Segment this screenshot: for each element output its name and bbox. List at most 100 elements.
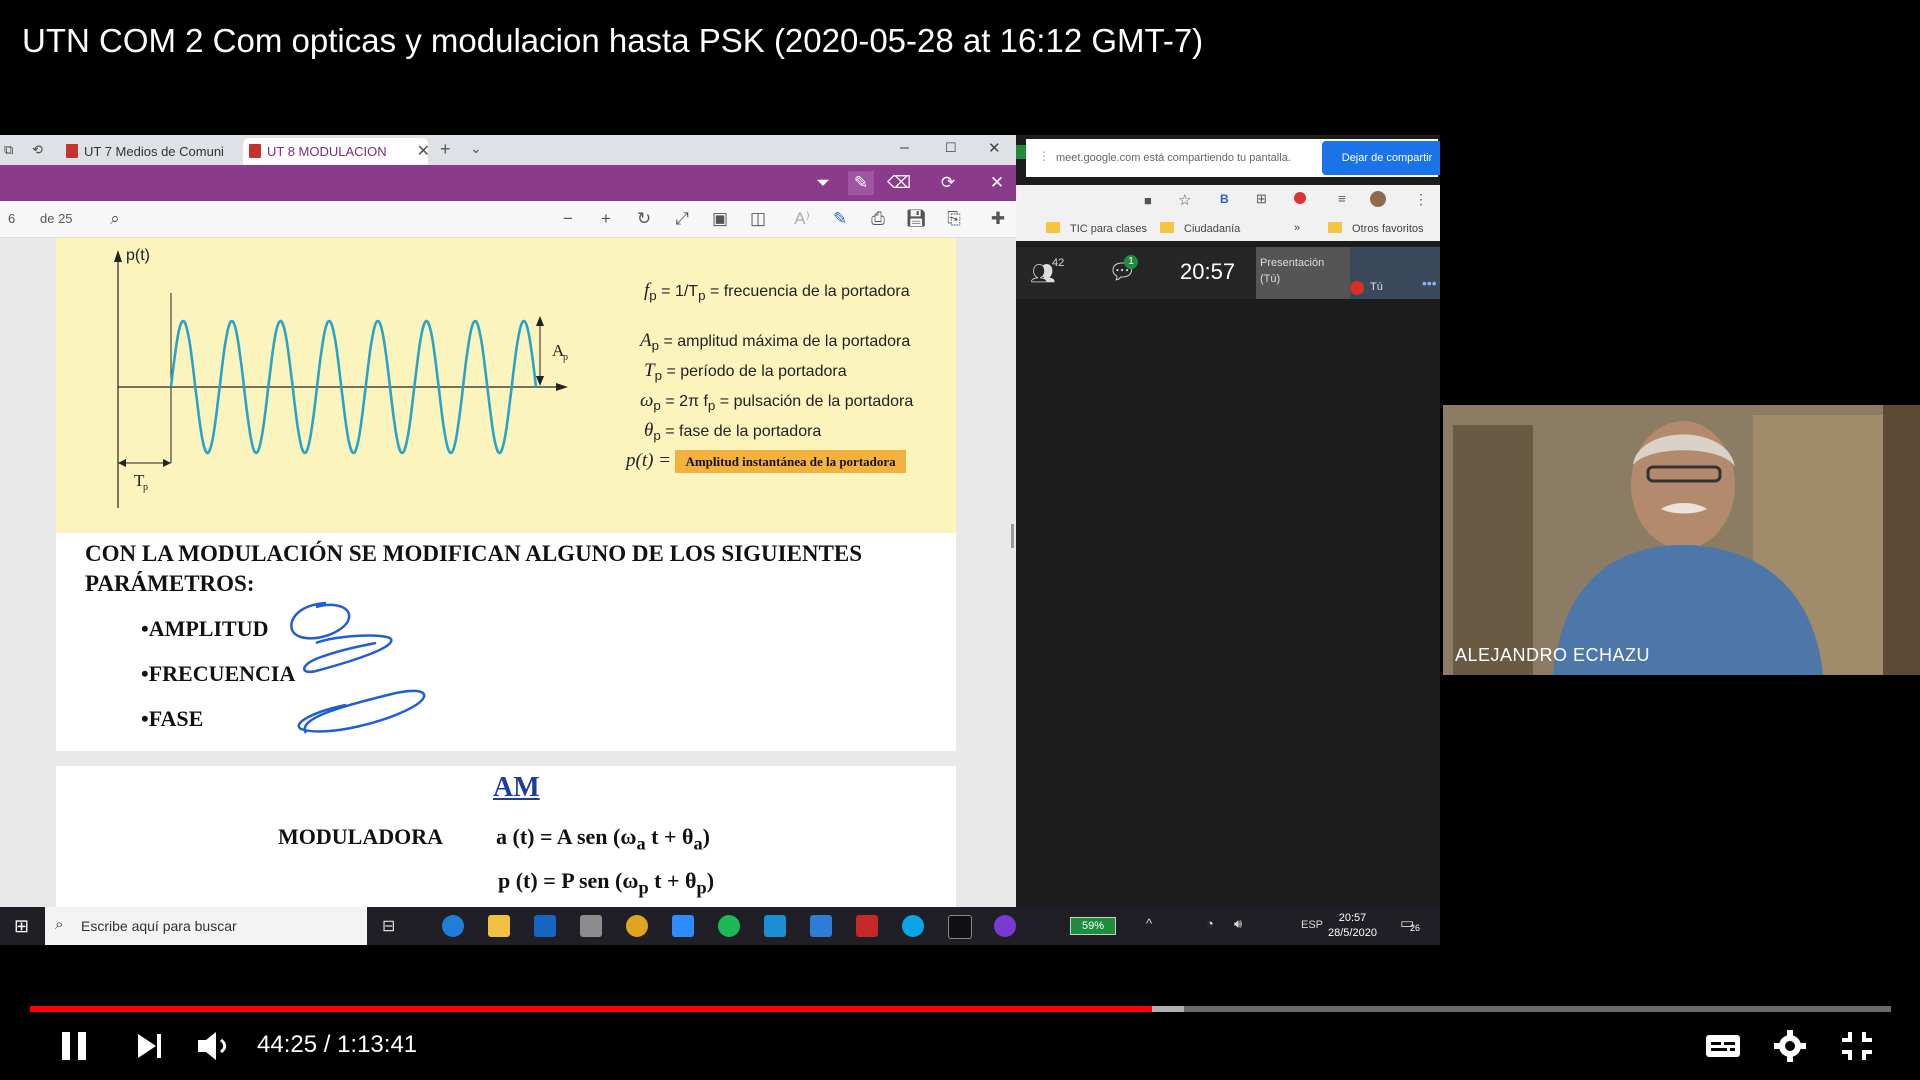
more-options-icon[interactable]: ••• [1422, 275, 1437, 291]
skype-icon[interactable] [902, 915, 924, 937]
pin-icon[interactable]: ✚ [986, 208, 1010, 230]
taskbar-search[interactable]: ⌕ Escribe aquí para buscar [45, 907, 367, 945]
bookmark-ciudadania[interactable]: Ciudadanía [1160, 222, 1240, 235]
fit-width-icon[interactable]: ▣ [708, 208, 732, 230]
close-tab-icon[interactable]: ✕ [417, 138, 430, 165]
touch-writing-icon[interactable]: ⟳ [935, 171, 961, 195]
eraser-icon[interactable]: ⌫ [886, 171, 912, 195]
minimize-icon[interactable]: – [900, 139, 909, 157]
progress-played [30, 1006, 1153, 1012]
extension-b-icon[interactable]: B [1220, 192, 1229, 206]
zoom-out-icon[interactable]: − [556, 208, 580, 230]
amplitude-arrow-top [536, 316, 544, 326]
tab-actions-icon[interactable]: ⧉ [4, 142, 13, 158]
meet-controls: 👥︎ 42 💬︎ 1 20:57 Presentación (Tú) Tú ••… [1016, 247, 1440, 299]
back-tab-icon[interactable]: ⟲ [32, 142, 43, 158]
notification-count: 26 [1410, 923, 1421, 933]
y-axis-label: p(t) [126, 247, 150, 264]
camera-icon[interactable]: ■ [1144, 193, 1152, 208]
chevron-down-icon[interactable]: ⌄ [470, 140, 482, 157]
moduladora-label: MODULADORA [278, 824, 443, 849]
tray-chevron-icon[interactable]: ^ [1146, 916, 1152, 931]
close-window-icon[interactable]: ✕ [988, 139, 1001, 157]
edge-icon[interactable] [442, 915, 464, 937]
volume-icon [198, 1032, 227, 1060]
exit-fullscreen-button[interactable] [1840, 1026, 1874, 1066]
print-icon[interactable]: ⎙ [866, 208, 890, 230]
parameter-amplitud: •AMPLITUD [141, 616, 269, 641]
progress-bar[interactable] [30, 1006, 1891, 1012]
search-icon[interactable]: ⌕ [103, 208, 127, 230]
period-arrow-left [118, 459, 126, 467]
volume-icon[interactable]: 🔊︎ [1234, 916, 1242, 932]
zoom-icon[interactable] [672, 915, 694, 937]
l-app-icon[interactable] [764, 915, 786, 937]
drop-app-icon[interactable] [994, 915, 1016, 937]
app-icon[interactable] [580, 915, 602, 937]
maximize-icon[interactable]: ☐ [945, 140, 957, 156]
tab-ut7[interactable]: UT 7 Medios de Comuni [60, 138, 240, 165]
period-label-sub: p [143, 482, 148, 493]
pause-button[interactable] [58, 1026, 90, 1066]
windows-start-icon[interactable]: ⊞ [14, 916, 29, 937]
rotate-icon[interactable]: ↻ [632, 208, 656, 230]
highlighter-icon[interactable]: ✎ [848, 171, 874, 195]
pdf-page-area[interactable]: p(t) A p T p fp = 1/Tp = frecuencia de l… [0, 238, 1016, 945]
pen-icon[interactable]: ⏷ [810, 171, 836, 195]
page-number-input[interactable]: 6 [8, 211, 15, 226]
bookmark-otros[interactable]: Otros favoritos [1328, 222, 1424, 235]
file-explorer-icon[interactable] [488, 915, 510, 937]
close-ink-icon[interactable]: ✕ [984, 171, 1010, 195]
parameter-frecuencia: •FRECUENCIA [141, 661, 296, 686]
battery-indicator[interactable]: 59% [1070, 917, 1116, 935]
outlook-icon[interactable] [534, 915, 556, 937]
task-view-icon[interactable]: ⊟ [382, 916, 395, 936]
grid-icon[interactable]: ⊞ [1256, 191, 1267, 207]
legend-pulsation: ωp = 2π fp = pulsación de la portadora [640, 390, 914, 414]
legend-amplitude: Ap = amplitud máxima de la portadora [640, 330, 911, 354]
video-title: UTN COM 2 Com opticas y modulacion hasta… [22, 22, 1204, 59]
volume-button[interactable] [196, 1026, 232, 1066]
presentation-tile[interactable]: Presentación (Tú) [1256, 247, 1350, 299]
carrier-wave-chart: p(t) A p T p [114, 247, 568, 508]
bookmark-tic[interactable]: TIC para clases [1046, 222, 1147, 235]
draw-icon[interactable]: ✎ [828, 208, 852, 230]
subtitles-button[interactable] [1704, 1026, 1742, 1066]
amplitude-label-sub: p [563, 352, 568, 363]
star-icon[interactable]: ☆ [1178, 191, 1191, 209]
ink-annotations [290, 601, 426, 734]
next-button[interactable] [134, 1026, 166, 1066]
two-page-icon[interactable]: ◫ [746, 208, 770, 230]
chrome-icon[interactable] [626, 915, 648, 937]
taskbar-clock[interactable]: 20:57 28/5/2020 [1328, 911, 1377, 941]
scrollbar[interactable] [1011, 524, 1014, 548]
folder-icon [1046, 222, 1060, 233]
save-icon[interactable]: 💾︎ [904, 208, 928, 230]
terminal-icon[interactable] [948, 915, 972, 939]
save-as-icon[interactable]: ⎘ [942, 208, 966, 230]
read-aloud-icon[interactable]: A⁾ [790, 208, 814, 230]
browser-menu-icon[interactable]: ⋮ [1414, 191, 1428, 208]
extension-red-icon[interactable] [1294, 192, 1306, 204]
more-bookmarks-icon[interactable]: » [1294, 222, 1300, 234]
stop-sharing-button[interactable]: Dejar de compartir [1322, 141, 1440, 175]
fit-page-icon[interactable]: ⤢ [670, 208, 694, 230]
reading-list-icon[interactable]: ≡ [1338, 191, 1346, 206]
drag-handle-icon[interactable]: ⋮ [1038, 149, 1050, 163]
shelf [1883, 405, 1920, 675]
tab-ut8[interactable]: UT 8 MODULACION ✕ [243, 138, 430, 165]
subtitles-icon [1706, 1035, 1740, 1057]
zoom-in-icon[interactable]: + [594, 208, 618, 230]
language-indicator[interactable]: ESP [1301, 919, 1323, 931]
filezilla-icon[interactable] [856, 915, 878, 937]
amplitude-arrow-bottom [536, 376, 544, 386]
profile-avatar[interactable] [1370, 191, 1386, 207]
mail-icon[interactable] [810, 915, 832, 937]
network-icon[interactable]: ◔ [1206, 916, 1214, 931]
bookmarks-bar: ■ ☆ B ⊞ ≡ ⋮ TIC para clases Ciudadanía »… [1016, 185, 1440, 241]
spotify-icon[interactable] [718, 915, 740, 937]
clock-date: 28/5/2020 [1328, 927, 1377, 939]
new-tab-icon[interactable]: + [440, 139, 451, 160]
settings-button[interactable] [1772, 1026, 1808, 1066]
self-view-tile[interactable]: Tú ••• [1350, 247, 1440, 299]
